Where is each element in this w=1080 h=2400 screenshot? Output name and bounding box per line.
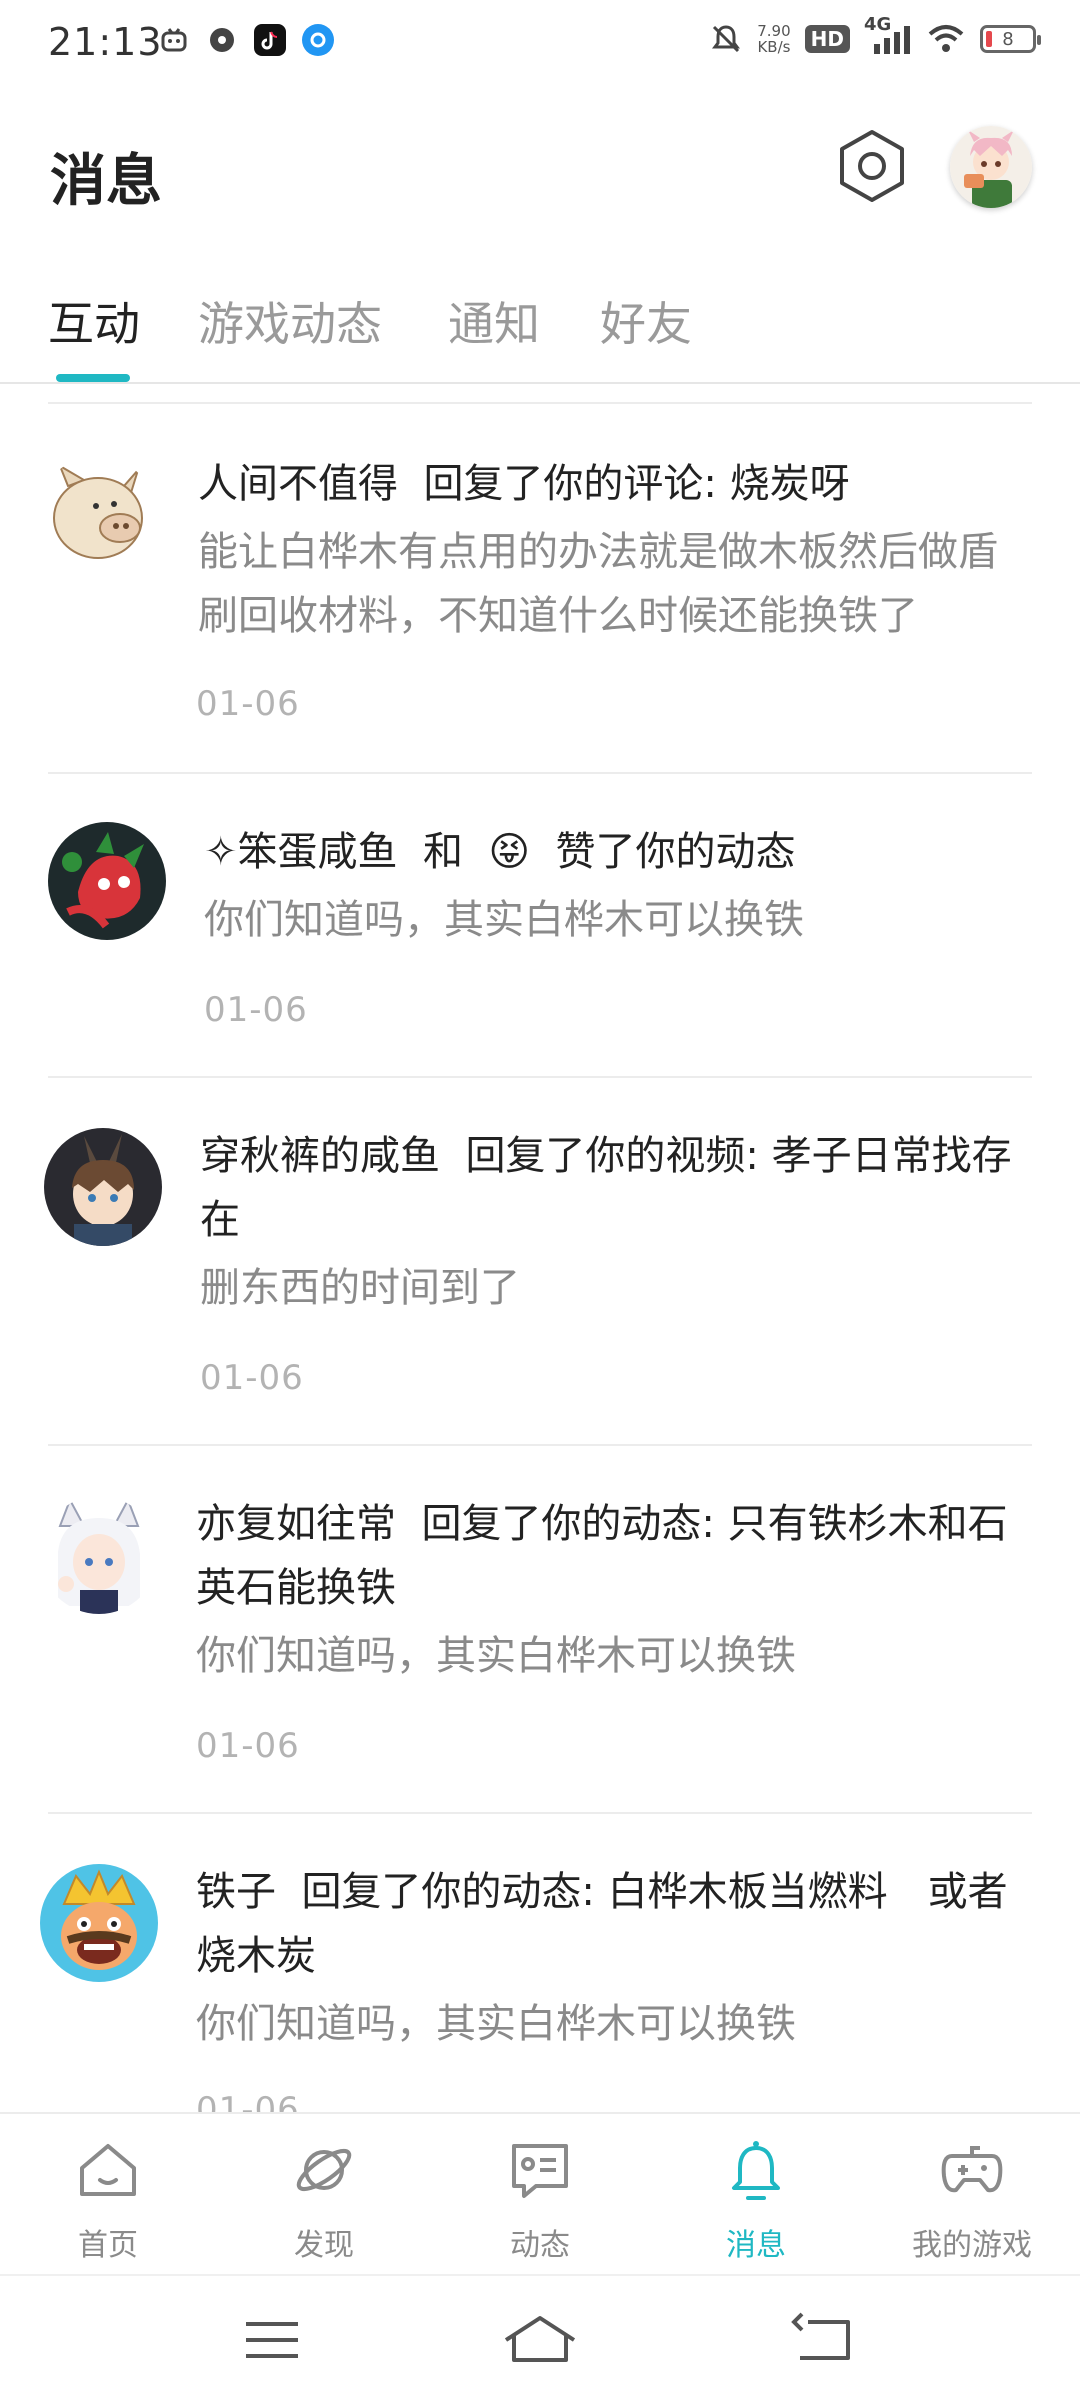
tab-game-updates[interactable]: 游戏动态: [198, 288, 382, 354]
nav-label: 发现: [294, 2228, 354, 2263]
nav-label: 我的游戏: [912, 2228, 1032, 2263]
message-date: 01-06: [196, 2090, 300, 2112]
message-user[interactable]: 穿秋裤的咸鱼: [200, 1133, 440, 1179]
user-avatar[interactable]: [950, 126, 1032, 208]
message-title: 亦复如往常 回复了你的动态: 只有铁杉木和石英石能换铁: [196, 1492, 1026, 1620]
message-user[interactable]: ✧笨蛋咸鱼: [204, 829, 398, 875]
nav-label: 动态: [510, 2228, 570, 2263]
message-title: 铁子 回复了你的动态: 白桦木板当燃料 或者烧木炭: [196, 1860, 1026, 1988]
bilibili-icon: [158, 24, 190, 56]
message-content: 能让白桦木有点用的办法就是做木板然后做盾刷回收材料，不知道什么时候还能换铁了: [198, 529, 998, 639]
nav-label: 首页: [78, 2228, 138, 2263]
battery-icon: 8: [980, 25, 1041, 53]
nav-messages[interactable]: 消息: [648, 2114, 864, 2276]
active-tab-indicator: [56, 374, 130, 382]
home-outline-icon[interactable]: [500, 2300, 580, 2380]
settings-button[interactable]: [834, 128, 910, 204]
emoji-icon[interactable]: 😝: [488, 829, 530, 875]
divider: [48, 1444, 1032, 1446]
battery-text: 8: [1002, 28, 1014, 50]
bottom-nav: 首页 发现 动态 消息 我的游戏: [0, 2112, 1080, 2274]
gear-hexagon-icon: [840, 130, 904, 202]
net-speed: 7.90 KB/s: [757, 23, 790, 55]
message-content: 删东西的时间到了: [200, 1265, 520, 1311]
avatar[interactable]: [48, 822, 166, 940]
message-list: 人间不值得 回复了你的评论: 烧炭呀 能让白桦木有点用的办法就是做木板然后做盾刷…: [0, 384, 1080, 2112]
message-date: 01-06: [204, 990, 308, 1030]
nav-discover[interactable]: 发现: [216, 2114, 432, 2276]
nav-feed[interactable]: 动态: [432, 2114, 648, 2276]
page-title: 消息: [50, 149, 162, 214]
message-date: 01-06: [196, 684, 300, 724]
avatar[interactable]: [44, 1128, 162, 1246]
message-content: 你们知道吗，其实白桦木可以换铁: [204, 897, 804, 943]
planet-icon: [296, 2148, 352, 2192]
message-action: 回复了你的视频:: [465, 1133, 759, 1179]
message-action: 回复了你的动态:: [421, 1501, 715, 1547]
music-app-icon: [206, 24, 238, 56]
divider: [48, 1076, 1032, 1078]
mute-bell-icon: [712, 25, 741, 53]
message-connector: 和: [422, 829, 463, 875]
nav-my-games[interactable]: 我的游戏: [864, 2114, 1080, 2276]
message-user[interactable]: 亦复如往常: [196, 1501, 396, 1547]
tiktok-icon: [254, 24, 286, 56]
messages-screen: 21:13 7.90 KB/s HD 4G 8 消息 互动 游戏动态 通知 好友…: [0, 0, 1080, 2400]
message-content: 你们知道吗，其实白桦木可以换铁: [196, 1633, 796, 1679]
battery-level: [986, 31, 992, 47]
chat-card-icon: [512, 2144, 568, 2198]
menu-icon[interactable]: [232, 2300, 312, 2380]
message-title: ✧笨蛋咸鱼 和 😝 赞了你的动态: [204, 820, 1034, 884]
message-user[interactable]: 人间不值得: [198, 461, 398, 507]
wifi-icon: [928, 25, 964, 52]
nav-label: 消息: [726, 2228, 786, 2263]
tab-interactions[interactable]: 互动: [48, 288, 140, 354]
divider: [48, 772, 1032, 774]
avatar[interactable]: [38, 456, 156, 574]
message-tabs: 互动 游戏动态 通知 好友: [0, 278, 1080, 384]
message-action: 回复了你的评论:: [423, 461, 717, 507]
system-nav-bar: [0, 2274, 1080, 2400]
status-bar: 21:13 7.90 KB/s HD 4G 8: [0, 0, 1080, 84]
message-action: 回复了你的动态:: [301, 1869, 595, 1915]
status-right: 7.90 KB/s HD 4G 8: [709, 14, 1041, 56]
message-user[interactable]: 铁子: [196, 1869, 276, 1915]
browser-app-icon: [302, 24, 334, 56]
bell-icon: [732, 2141, 780, 2200]
message-action: 赞了你的动态: [555, 829, 796, 875]
hd-badge: HD: [804, 25, 850, 53]
status-app-icons: [158, 24, 334, 56]
message-date: 01-06: [200, 1358, 304, 1398]
divider: [48, 1812, 1032, 1814]
tab-notifications[interactable]: 通知: [448, 288, 540, 354]
signal-bars-icon: [874, 26, 910, 54]
message-title: 人间不值得 回复了你的评论: 烧炭呀: [198, 452, 1028, 516]
tab-friends[interactable]: 好友: [600, 288, 692, 354]
nav-home[interactable]: 首页: [0, 2114, 216, 2276]
cell-signal: 4G: [864, 14, 912, 56]
back-icon[interactable]: [782, 2300, 862, 2380]
divider: [48, 402, 1032, 404]
message-date: 01-06: [196, 1726, 300, 1766]
home-icon: [80, 2144, 136, 2196]
message-content: 你们知道吗，其实白桦木可以换铁: [196, 2001, 796, 2047]
net-speed-unit: KB/s: [757, 38, 791, 56]
net-speed-value: 7.90: [757, 22, 791, 40]
gamepad-icon: [941, 2146, 1003, 2193]
status-time: 21:13: [48, 20, 163, 64]
header: 消息: [0, 84, 1080, 254]
avatar[interactable]: [40, 1864, 158, 1982]
message-title: 穿秋裤的咸鱼 回复了你的视频: 孝子日常找存在: [200, 1124, 1030, 1252]
message-target: 烧炭呀: [729, 461, 850, 507]
avatar[interactable]: [40, 1496, 158, 1614]
